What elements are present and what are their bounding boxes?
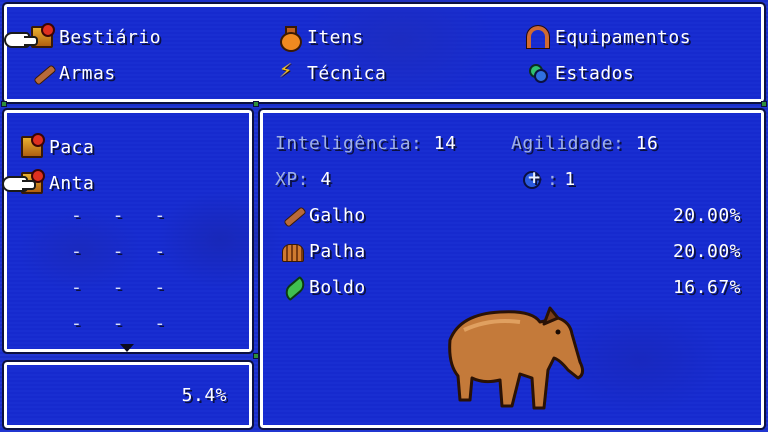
stick-icon bbox=[31, 62, 53, 84]
menu-item-label: Equipamentos bbox=[555, 26, 692, 48]
xp-stat: XP: 4 bbox=[275, 169, 332, 190]
menu-item-equipamentos[interactable]: Equipamentos bbox=[526, 23, 692, 51]
drop-chance: 16.67% bbox=[672, 277, 741, 298]
bonus-stat: : 1 bbox=[523, 168, 576, 190]
drop-item-palha: Palha bbox=[281, 237, 366, 265]
intelligence-label: Inteligência: bbox=[275, 133, 423, 154]
drop-name: Galho bbox=[309, 204, 366, 226]
drop-item-boldo: Boldo bbox=[281, 273, 366, 301]
plus-orb-icon bbox=[523, 168, 542, 189]
list-item-label: Paca bbox=[49, 136, 95, 158]
panel-corner bbox=[1, 101, 7, 107]
drop-name: Palha bbox=[309, 240, 366, 262]
empty-list-item: - - - bbox=[71, 241, 176, 262]
menu-item-label: Técnica bbox=[307, 62, 387, 84]
panel-corner bbox=[253, 353, 259, 359]
stick-icon bbox=[281, 204, 303, 226]
hay-icon bbox=[281, 240, 304, 262]
empty-list-item: - - - bbox=[71, 205, 176, 226]
list-item-paca[interactable]: Paca bbox=[21, 133, 94, 161]
panel-corner bbox=[761, 101, 767, 107]
leaf-icon bbox=[281, 276, 303, 298]
bonus-label: : bbox=[547, 169, 559, 190]
lightning-icon bbox=[279, 58, 301, 84]
agility-stat: Agilidade: 16 bbox=[511, 133, 658, 154]
drop-item-galho: Galho bbox=[281, 201, 366, 229]
menu-item-label: Estados bbox=[555, 62, 635, 84]
menu-item-label: Armas bbox=[59, 62, 116, 84]
status-icon bbox=[527, 62, 549, 84]
agility-label: Agilidade: bbox=[511, 133, 625, 154]
menu-item-bestiario[interactable]: Bestiário bbox=[31, 23, 161, 51]
menu-item-label: Bestiário bbox=[59, 26, 162, 48]
xp-value: 4 bbox=[320, 169, 332, 190]
menu-item-label: Itens bbox=[307, 26, 364, 48]
pointer-hand-icon bbox=[2, 176, 36, 192]
drop-chance: 20.00% bbox=[672, 205, 741, 226]
panel-corner bbox=[253, 101, 259, 107]
potion-icon bbox=[279, 26, 302, 52]
intelligence-value: 14 bbox=[433, 133, 457, 154]
pointer-hand-icon bbox=[4, 32, 38, 48]
menu-item-estados[interactable]: Estados bbox=[527, 59, 634, 87]
agility-value: 16 bbox=[635, 133, 659, 154]
empty-list-item: - - - bbox=[71, 277, 176, 298]
completion-panel: 5.4% bbox=[2, 360, 254, 430]
list-item-label: Anta bbox=[49, 172, 95, 194]
horseshoe-icon bbox=[526, 25, 550, 49]
bestiary-list-panel: Paca Anta - - - - - - - - - - - - bbox=[2, 108, 254, 354]
scroll-down-arrow-icon[interactable] bbox=[120, 344, 134, 352]
tapir-sprite bbox=[448, 306, 585, 410]
menu-item-tecnica[interactable]: Técnica bbox=[279, 58, 387, 87]
drop-chance: 20.00% bbox=[672, 241, 741, 262]
xp-label: XP: bbox=[275, 169, 310, 190]
bonus-value: 1 bbox=[564, 169, 576, 190]
empty-list-item: - - - bbox=[71, 313, 176, 334]
drop-name: Boldo bbox=[309, 276, 366, 298]
main-menu-panel: Bestiário Itens Equipamentos Armas Técni… bbox=[2, 2, 766, 104]
completion-percentage: 5.4% bbox=[181, 385, 227, 406]
menu-item-armas[interactable]: Armas bbox=[31, 59, 116, 87]
intelligence-stat: Inteligência: 14 bbox=[275, 133, 456, 154]
book-icon bbox=[21, 133, 45, 158]
menu-item-itens[interactable]: Itens bbox=[279, 23, 364, 52]
